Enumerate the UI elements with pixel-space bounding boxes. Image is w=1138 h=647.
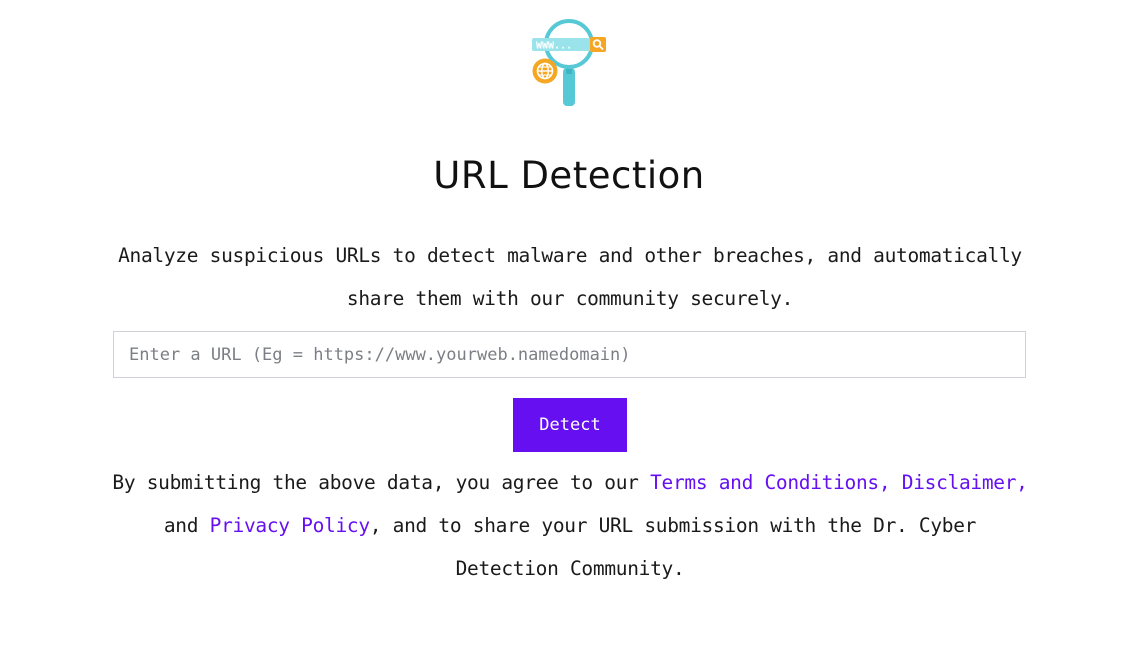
- page: WWW... URL Detection Analyze suspicious …: [0, 0, 1138, 647]
- detect-button[interactable]: Detect: [513, 398, 627, 452]
- privacy-policy-link[interactable]: Privacy Policy: [210, 514, 370, 537]
- page-description: Analyze suspicious URLs to detect malwar…: [118, 244, 1022, 310]
- address-bar-text: WWW...: [536, 41, 572, 52]
- disclaimer-link[interactable]: Disclaimer,: [902, 471, 1028, 494]
- disclaimer-text-before: By submitting the above data, you agree …: [112, 471, 651, 494]
- page-title: URL Detection: [433, 154, 705, 197]
- disclaimer-text-after: , and to share your URL submission with …: [369, 514, 977, 580]
- terms-and-conditions-link[interactable]: Terms and Conditions,: [650, 471, 891, 494]
- disclaimer-text-and: and: [163, 514, 210, 537]
- url-input[interactable]: [113, 331, 1026, 378]
- url-search-magnifier-icon: WWW...: [532, 19, 606, 106]
- disclaimer-text: By submitting the above data, you agree …: [108, 461, 1032, 590]
